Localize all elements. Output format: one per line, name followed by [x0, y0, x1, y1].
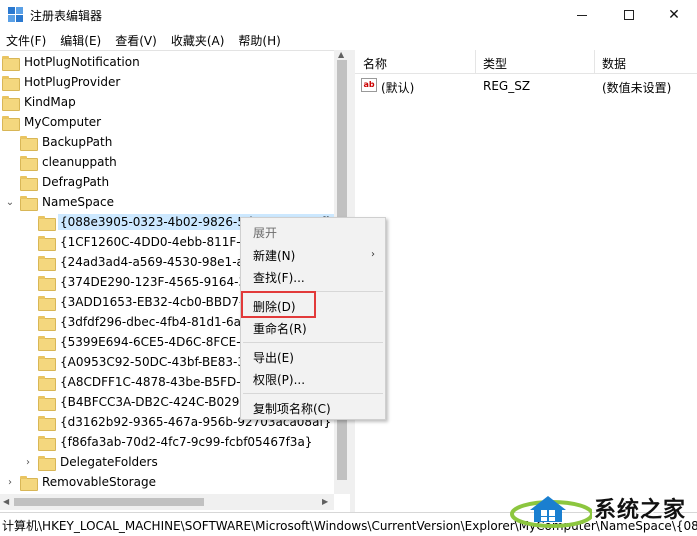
watermark-logo [510, 496, 592, 528]
folder-icon [38, 215, 56, 231]
folder-icon [2, 115, 20, 131]
folder-icon [20, 195, 38, 211]
tree-item-label: HotPlugProvider [24, 75, 121, 89]
tree-item-label: HotPlugNotification [24, 55, 140, 69]
tree-item-label: NameSpace [42, 195, 114, 209]
tree-item[interactable]: › DelegateFolders [22, 452, 160, 472]
expand-chevron-icon[interactable]: › [22, 457, 34, 468]
tree-item[interactable]: DefragPath [4, 172, 111, 192]
value-name: (默认) [381, 81, 415, 95]
folder-icon [20, 155, 38, 171]
close-button[interactable]: ✕ [651, 0, 697, 30]
menu-file[interactable]: 文件(F) [6, 32, 46, 49]
tree-item-label: MyComputer [24, 115, 102, 129]
menu-view[interactable]: 查看(V) [115, 32, 157, 49]
watermark-text: 系统之家 [594, 498, 687, 523]
maximize-icon [624, 10, 634, 20]
tree-item-label: DelegateFolders [60, 455, 158, 469]
expand-chevron-icon[interactable]: › [4, 477, 16, 488]
folder-icon [38, 455, 56, 471]
folder-icon [38, 275, 56, 291]
list-header: 名称 类型 数据 [355, 50, 697, 74]
window-title: 注册表编辑器 [30, 9, 103, 23]
folder-icon [38, 395, 56, 411]
folder-icon [2, 75, 20, 91]
collapse-chevron-icon[interactable]: ⌄ [4, 197, 16, 208]
value-data: (数值未设置) [602, 81, 672, 95]
tree-item-label: KindMap [24, 95, 76, 109]
ctx-permissions[interactable]: 权限(P)... [253, 371, 305, 388]
tree-item[interactable]: › RemovableStorage [4, 472, 158, 492]
tree-item[interactable]: KindMap [2, 92, 78, 112]
tree-item-label: {f86fa3ab-70d2-4fc7-9c99-fcbf05467f3a} [60, 435, 313, 449]
string-value-icon: ab [361, 78, 377, 92]
scroll-right-icon[interactable]: ▶ [322, 497, 328, 506]
tree-item-label: RemovableStorage [42, 475, 156, 489]
tree-item[interactable]: ⌄ NameSpace [4, 192, 116, 212]
ctx-export[interactable]: 导出(E) [253, 349, 294, 366]
minimize-icon [577, 14, 587, 16]
folder-icon [20, 475, 38, 491]
ctx-new[interactable]: 新建(N) [253, 247, 295, 264]
close-icon: ✕ [668, 7, 680, 23]
scroll-left-icon[interactable]: ◀ [3, 497, 9, 506]
folder-icon [38, 335, 56, 351]
value-row[interactable]: ab (默认) REG_SZ (数值未设置) [355, 76, 697, 96]
tree-item-label: cleanuppath [42, 155, 117, 169]
folder-icon [38, 235, 56, 251]
tree-item[interactable]: BackupPath [4, 132, 114, 152]
folder-icon [20, 135, 38, 151]
watermark: 系统之家 [508, 484, 697, 528]
folder-icon [38, 315, 56, 331]
regedit-app-icon [8, 7, 24, 23]
folder-icon [38, 375, 56, 391]
ctx-delete[interactable]: 删除(D) [253, 298, 296, 315]
title-bar: 注册表编辑器 ✕ [0, 0, 697, 30]
values-list[interactable]: 名称 类型 数据 ab (默认) REG_SZ (数值未设置) [355, 50, 697, 512]
folder-icon [2, 55, 20, 71]
tree-item[interactable]: {f86fa3ab-70d2-4fc7-9c99-fcbf05467f3a} [22, 432, 314, 452]
scroll-up-icon[interactable]: ▲ [338, 50, 344, 59]
tree-horizontal-scrollbar[interactable]: ◀ ▶ [0, 494, 334, 510]
folder-icon [38, 255, 56, 271]
menu-bar: 文件(F) 编辑(E) 查看(V) 收藏夹(A) 帮助(H) [0, 30, 697, 50]
minimize-button[interactable] [559, 0, 605, 30]
value-type: REG_SZ [483, 79, 531, 93]
ctx-rename[interactable]: 重命名(R) [253, 320, 307, 337]
tree-item-label: DefragPath [42, 175, 110, 189]
context-menu: 展开 新建(N) › 查找(F)... 删除(D) 重命名(R) 导出(E) 权… [240, 217, 386, 420]
folder-icon [2, 95, 20, 111]
ctx-expand[interactable]: 展开 [253, 224, 277, 241]
tree-item-label: BackupPath [42, 135, 113, 149]
menu-favorites[interactable]: 收藏夹(A) [171, 32, 225, 49]
column-header-name[interactable]: 名称 [363, 55, 387, 72]
column-header-type[interactable]: 类型 [483, 55, 507, 72]
folder-icon [38, 415, 56, 431]
menu-help[interactable]: 帮助(H) [238, 32, 280, 49]
tree-horizontal-scroll-thumb[interactable] [14, 498, 204, 506]
folder-icon [20, 175, 38, 191]
ctx-copy-key-name[interactable]: 复制项名称(C) [253, 400, 331, 417]
column-header-data[interactable]: 数据 [602, 55, 626, 72]
maximize-button[interactable] [606, 0, 652, 30]
tree-item[interactable]: MyComputer [2, 112, 103, 132]
folder-icon [38, 435, 56, 451]
submenu-arrow-icon: › [371, 249, 375, 260]
ctx-find[interactable]: 查找(F)... [253, 269, 305, 286]
tree-item[interactable]: HotPlugProvider [2, 72, 122, 92]
folder-icon [38, 295, 56, 311]
menu-edit[interactable]: 编辑(E) [60, 32, 101, 49]
tree-item[interactable]: cleanuppath [4, 152, 119, 172]
folder-icon [38, 355, 56, 371]
tree-item[interactable]: HotPlugNotification [2, 52, 142, 72]
